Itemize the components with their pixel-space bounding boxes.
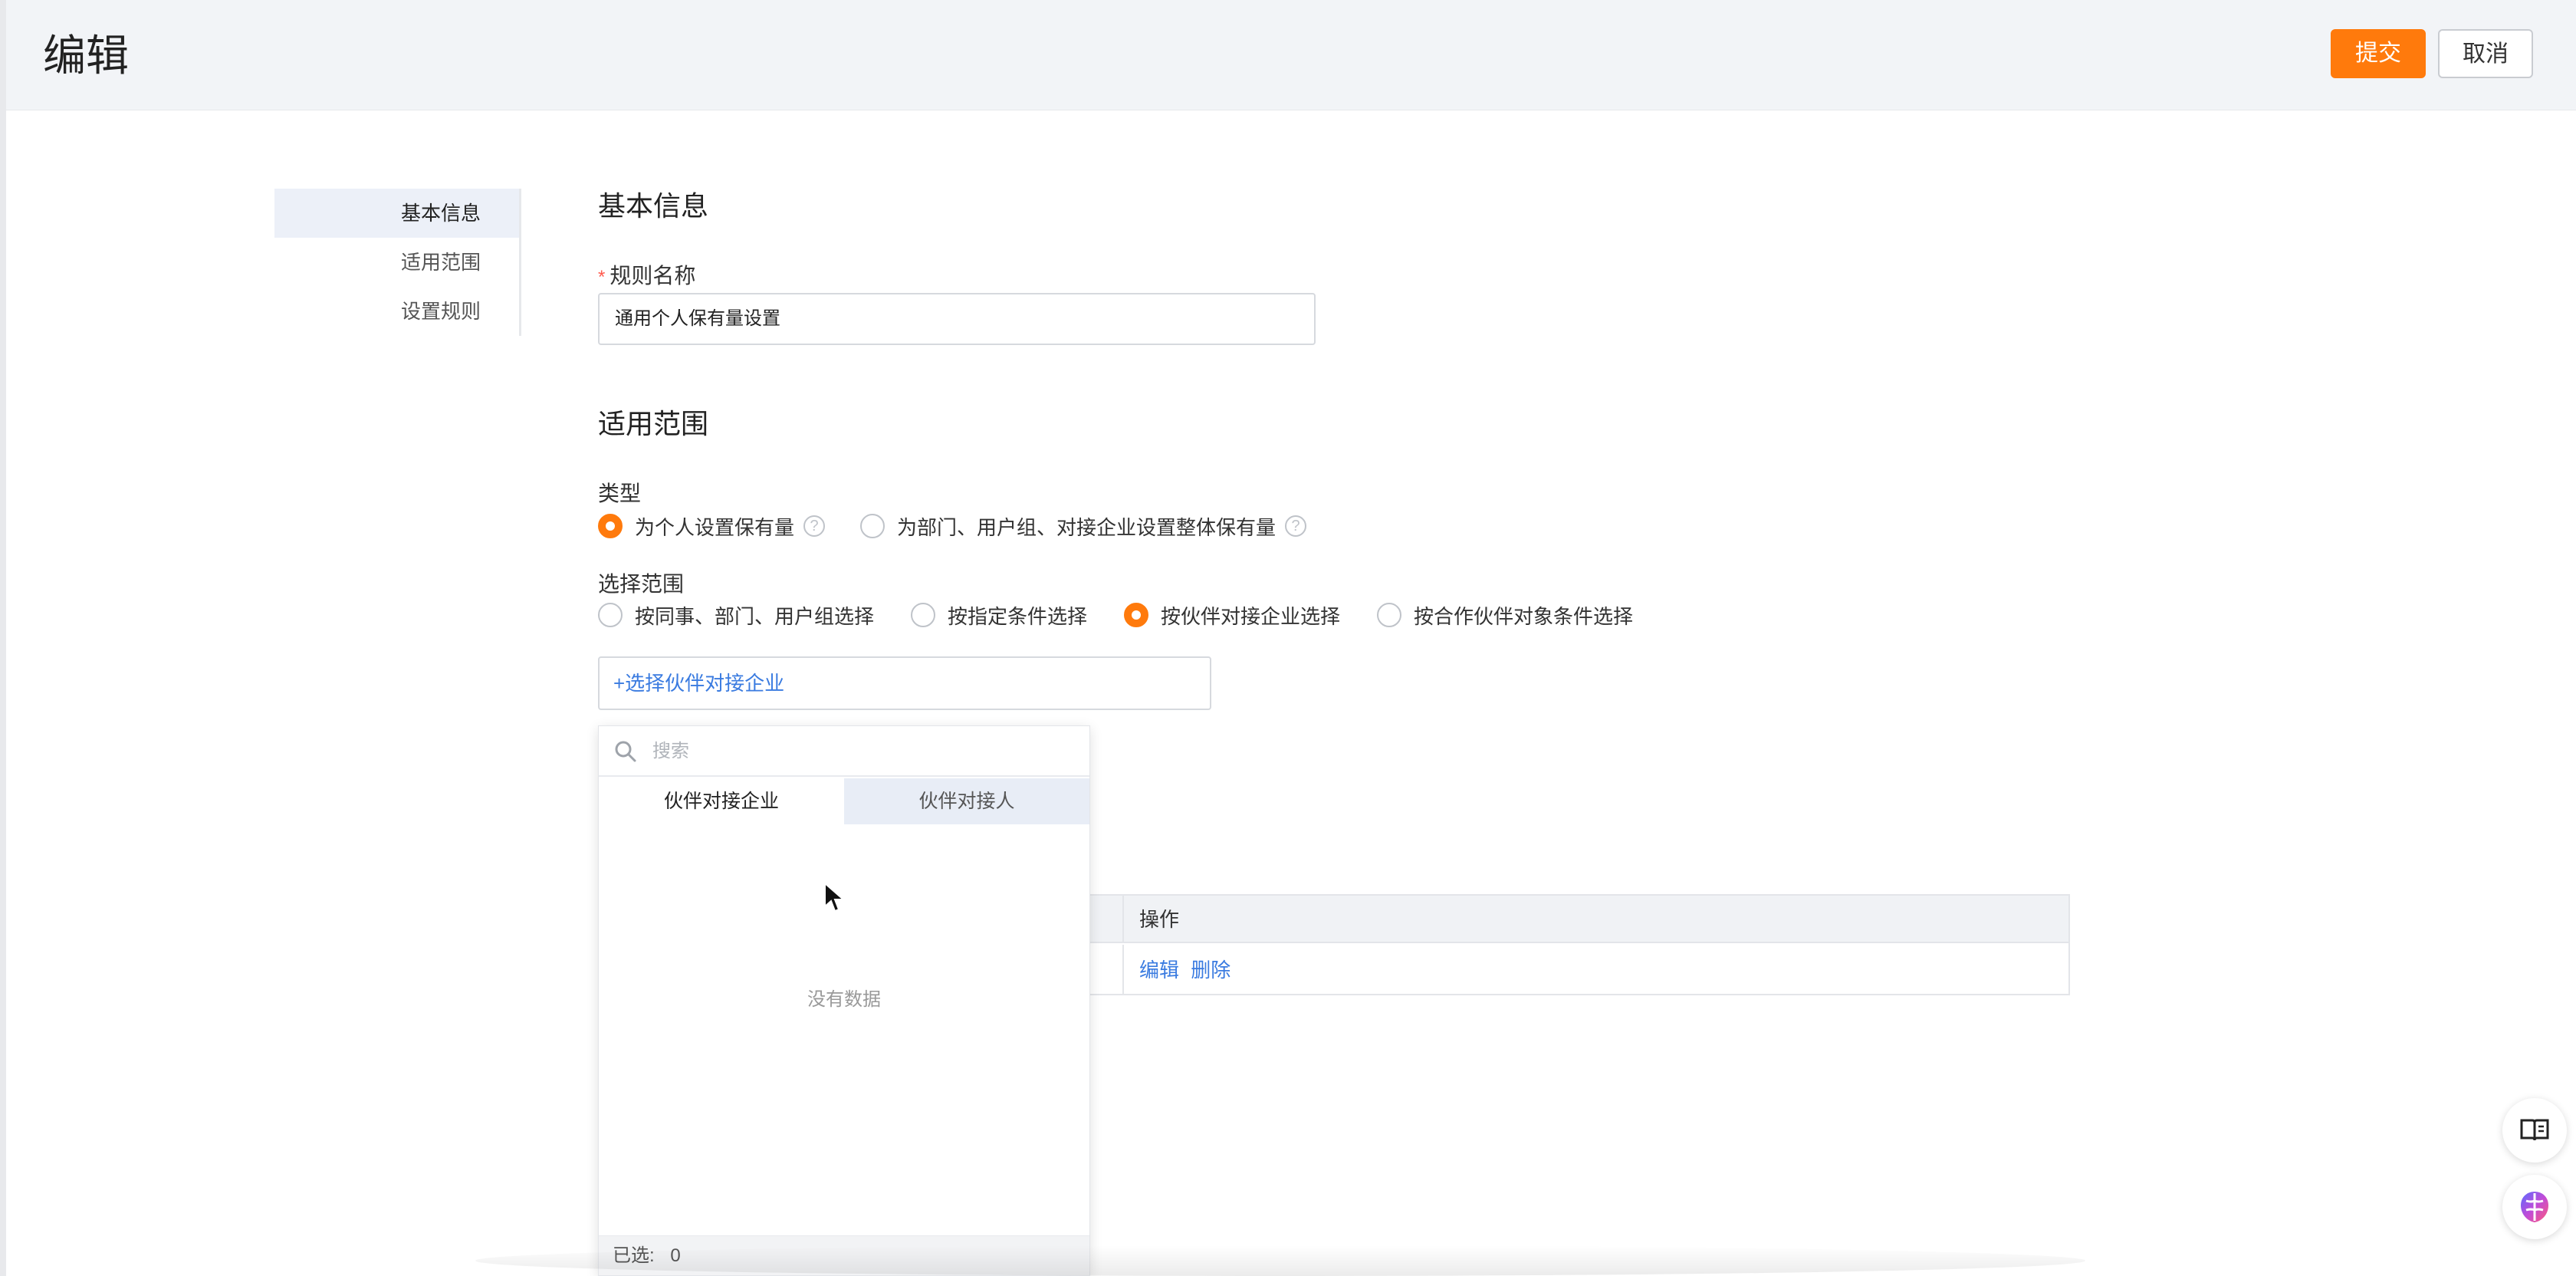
radio-dot-selected[interactable] — [598, 514, 623, 538]
mouse-cursor-icon — [824, 882, 846, 913]
radio-dot-selected[interactable] — [1124, 603, 1149, 627]
picker-search — [599, 726, 1089, 777]
side-nav-item-rules[interactable]: 设置规则 — [274, 287, 519, 336]
radio-dot[interactable] — [860, 514, 886, 538]
top-bar: 编辑 提交 取消 — [6, 0, 2576, 110]
picker-search-input[interactable] — [652, 735, 1066, 768]
ai-assistant-button[interactable] — [2502, 1175, 2567, 1239]
book-icon — [2520, 1119, 2549, 1141]
side-nav: 基本信息 适用范围 设置规则 — [274, 189, 521, 336]
tab-partner-contact[interactable]: 伙伴对接人 — [844, 778, 1089, 824]
cancel-button[interactable]: 取消 — [2438, 29, 2533, 78]
type-radio-individual[interactable]: 为个人设置保有量 ? — [598, 512, 826, 541]
partner-picker-dropdown: 伙伴对接企业 伙伴对接人 没有数据 已选: 0 — [598, 725, 1090, 1276]
picker-tabs: 伙伴对接企业 伙伴对接人 — [599, 778, 1089, 824]
side-nav-item-scope[interactable]: 适用范围 — [274, 238, 519, 287]
range-radio-partner-object-label: 按合作伙伴对象条件选择 — [1414, 604, 1634, 628]
rule-name-input[interactable]: 通用个人保有量设置 — [598, 293, 1316, 345]
radio-dot[interactable] — [598, 603, 623, 627]
select-partner-company-field[interactable]: +选择伙伴对接企业 — [598, 656, 1211, 710]
rule-name-label-text: 规则名称 — [610, 264, 696, 288]
rule-name-label: * 规则名称 — [598, 259, 695, 290]
side-nav-item-basic-info[interactable]: 基本信息 — [274, 189, 519, 238]
submit-button[interactable]: 提交 — [2331, 29, 2426, 78]
scope-section-title: 适用范围 — [598, 408, 709, 439]
range-radio-conditions-label: 按指定条件选择 — [948, 604, 1088, 628]
type-radio-group-total[interactable]: 为部门、用户组、对接企业设置整体保有量 ? — [860, 512, 1307, 541]
radio-dot[interactable] — [1377, 603, 1402, 627]
basic-info-section-title: 基本信息 — [598, 190, 709, 222]
range-radio-colleagues[interactable]: 按同事、部门、用户组选择 — [598, 601, 874, 630]
type-radio-group-total-label: 为部门、用户组、对接企业设置整体保有量 — [897, 515, 1276, 539]
empty-state-text: 没有数据 — [807, 989, 881, 1010]
ai-brain-icon — [2521, 1192, 2548, 1222]
radio-dot[interactable] — [911, 603, 936, 627]
range-radio-colleagues-label: 按同事、部门、用户组选择 — [635, 604, 875, 628]
table-header-action: 操作 — [1122, 896, 1179, 943]
tab-partner-company[interactable]: 伙伴对接企业 — [599, 778, 844, 824]
bottom-shadow — [475, 1245, 2085, 1276]
page-title: 编辑 — [43, 31, 129, 80]
range-radio-partner-company[interactable]: 按伙伴对接企业选择 — [1124, 601, 1340, 630]
type-radio-group: 为个人设置保有量 ? 为部门、用户组、对接企业设置整体保有量 ? — [598, 511, 1307, 541]
range-radio-partner-company-label: 按伙伴对接企业选择 — [1161, 604, 1341, 628]
table-row: 编辑 删除 — [1122, 945, 1230, 995]
range-label: 选择范围 — [598, 572, 685, 596]
range-radio-group: 按同事、部门、用户组选择 按指定条件选择 按伙伴对接企业选择 按合作伙伴对象条件… — [598, 600, 1633, 630]
required-mark: * — [598, 267, 606, 288]
question-circle-icon[interactable]: ? — [803, 515, 826, 537]
type-label: 类型 — [598, 482, 642, 505]
type-radio-individual-label: 为个人设置保有量 — [635, 515, 795, 539]
range-radio-partner-object[interactable]: 按合作伙伴对象条件选择 — [1377, 601, 1633, 630]
page: 编辑 提交 取消 基本信息 适用范围 设置规则 基本信息 * 规则名称 通用个人保… — [0, 0, 2576, 1276]
range-radio-conditions[interactable]: 按指定条件选择 — [911, 601, 1087, 630]
delete-link[interactable]: 删除 — [1191, 959, 1230, 982]
edit-link[interactable]: 编辑 — [1139, 959, 1179, 982]
question-circle-icon[interactable]: ? — [1285, 515, 1307, 537]
search-icon — [615, 741, 636, 762]
help-docs-button[interactable] — [2502, 1098, 2567, 1163]
window-edge — [0, 0, 6, 1276]
